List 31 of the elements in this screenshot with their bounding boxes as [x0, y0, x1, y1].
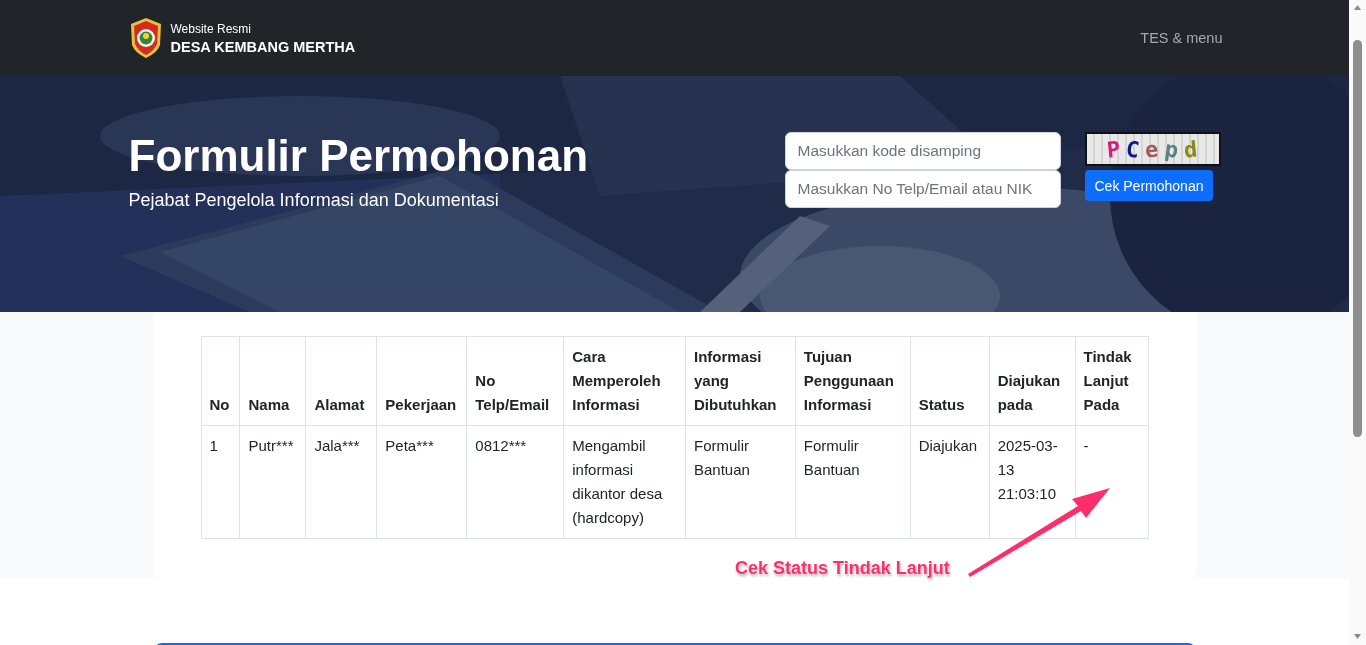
table-cell: Diajukan	[910, 425, 990, 539]
column-header: No Telp/Email	[466, 336, 564, 426]
captcha-image: PCepd	[1084, 132, 1221, 166]
column-header: Status	[910, 336, 990, 426]
table-cell: Formulir Bantuan	[795, 425, 911, 539]
check-request-button[interactable]: Cek Permohonan	[1084, 170, 1214, 201]
captcha-code-field[interactable]: Masukkan kode disamping	[784, 132, 1061, 170]
table-cell: 1	[201, 425, 240, 539]
column-header: Alamat	[305, 336, 377, 426]
column-header: Cara Memperoleh Informasi	[563, 336, 686, 426]
table-cell: Formulir Bantuan	[685, 425, 796, 539]
column-header: Tujuan Penggunaan Informasi	[795, 336, 911, 426]
contact-field[interactable]: Masukkan No Telp/Email atau NIK	[784, 170, 1061, 208]
table-cell: Jala***	[305, 425, 377, 539]
table-cell: Mengambil informasi dikantor desa (hardcopy)	[563, 425, 686, 539]
site-subtitle: Website Resmi	[170, 21, 252, 36]
column-header: Informasi yang Dibutuhkan	[685, 336, 796, 426]
annotation-text: Cek Status Tindak Lanjut	[735, 558, 950, 579]
table-cell: Peta***	[376, 425, 467, 539]
table-cell: 0812***	[466, 425, 564, 539]
shield-logo-icon	[128, 17, 163, 59]
table-cell: Putr***	[239, 425, 306, 539]
column-header: Pekerjaan	[376, 336, 467, 426]
column-header: Nama	[239, 336, 306, 426]
nav-menu-link[interactable]: TES & menu	[1140, 30, 1223, 46]
column-header: Tindak Lanjut Pada	[1075, 336, 1148, 426]
column-header: Diajukan pada	[989, 336, 1076, 426]
page-title: Formulir Permohonan	[128, 130, 590, 182]
page-subtitle: Pejabat Pengelola Informasi dan Dokumentasi	[128, 190, 500, 211]
column-header: No	[201, 336, 240, 426]
site-title: DESA KEMBANG MERTHA	[170, 38, 356, 55]
